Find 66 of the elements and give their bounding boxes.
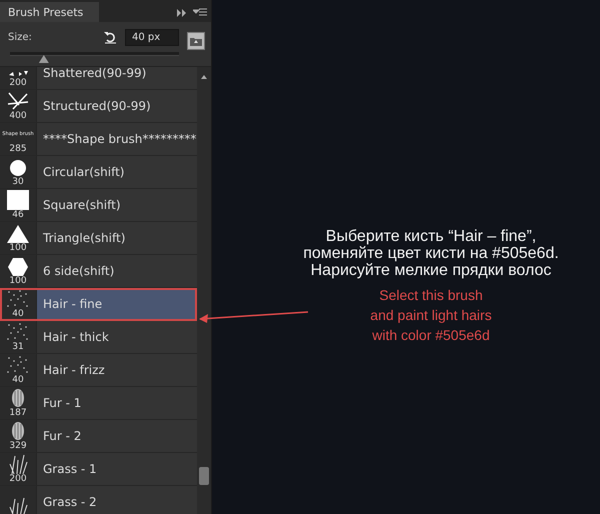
collapse-icon[interactable] — [177, 9, 187, 17]
brush-row[interactable]: 200 Shattered(90-99) — [0, 67, 197, 90]
folder-icon — [190, 36, 202, 46]
brush-size: 40 — [12, 375, 24, 385]
brush-size: 200 — [9, 78, 27, 88]
grass-brush-icon — [8, 454, 28, 474]
brush-size: 46 — [12, 210, 24, 220]
square-brush-icon — [7, 190, 29, 210]
triangle-brush-icon — [7, 225, 29, 243]
brush-name: Grass - 2 — [42, 495, 97, 509]
brush-name: Triangle(shift) — [42, 231, 126, 245]
brush-row[interactable]: 40 Hair - frizz — [0, 354, 197, 387]
fur-brush-icon — [11, 421, 25, 441]
brush-name: Circular(shift) — [42, 165, 124, 179]
brush-size: 40 — [12, 309, 24, 319]
brush-row[interactable]: 400 Structured(90-99) — [0, 90, 197, 123]
brush-name: Shattered(90-99) — [42, 67, 146, 80]
brush-name: Hair - frizz — [42, 363, 105, 377]
brush-row[interactable]: 46 Square(shift) — [0, 189, 197, 222]
strokes-brush-icon — [7, 91, 29, 111]
hexagon-brush-icon — [8, 258, 28, 276]
brush-name: Fur - 1 — [42, 396, 82, 410]
fur-brush-icon — [11, 388, 25, 408]
panel-tab[interactable]: Brush Presets — [0, 2, 100, 22]
brush-size: 30 — [12, 177, 24, 187]
brush-size: 285 — [9, 144, 27, 154]
brush-row[interactable]: 100 Triangle(shift) — [0, 222, 197, 255]
brush-folder-button[interactable] — [187, 32, 205, 50]
reset-icon[interactable] — [104, 30, 117, 44]
grass-brush-icon — [8, 497, 28, 514]
brush-name: Fur - 2 — [42, 429, 82, 443]
size-field[interactable]: 40 px — [125, 28, 179, 46]
brush-row[interactable]: 40 Hair - fine — [0, 288, 197, 321]
scroll-thumb[interactable] — [199, 467, 209, 485]
shatter-brush-icon — [7, 70, 29, 78]
brush-size: 100 — [9, 243, 27, 253]
brush-size: 400 — [9, 111, 27, 121]
brush-name: Grass - 1 — [42, 462, 97, 476]
brush-name: Hair - thick — [42, 330, 109, 344]
brush-name: Square(shift) — [42, 198, 121, 212]
speckle-brush-icon — [6, 355, 30, 375]
brush-row[interactable]: 100 6 side(shift) — [0, 255, 197, 288]
brush-row[interactable]: 200 Grass - 1 — [0, 453, 197, 486]
english-instruction: Select this brush and paint light hairs with color #505e6d — [370, 286, 492, 345]
brush-size: 187 — [9, 408, 27, 418]
scrollbar[interactable] — [197, 67, 211, 514]
menu-icon[interactable] — [193, 8, 207, 18]
brush-size: 31 — [12, 342, 24, 352]
brush-row[interactable]: 31 Hair - thick — [0, 321, 197, 354]
size-label: Size: — [8, 32, 33, 42]
scroll-up-icon[interactable] — [201, 75, 207, 79]
brush-size: 100 — [9, 276, 27, 286]
speckle-brush-icon — [6, 322, 30, 342]
brush-row[interactable]: 329 Fur - 2 — [0, 420, 197, 453]
brush-name: 6 side(shift) — [42, 264, 114, 278]
brush-name: ****Shape brush********* — [42, 132, 196, 146]
russian-instruction: Выберите кисть “Hair – fine”, поменяйте цвет кисти на #505e6d. Нарисуйте мелкие прядки волос — [303, 228, 559, 279]
brush-name: Hair - fine — [42, 297, 102, 311]
brush-row[interactable]: 187 Fur - 1 — [0, 387, 197, 420]
brush-size: 200 — [9, 474, 27, 484]
brush-name: Structured(90-99) — [42, 99, 151, 113]
brush-size: 329 — [9, 441, 27, 451]
circle-brush-icon — [9, 159, 27, 177]
speckle-brush-icon — [6, 289, 30, 309]
brush-row[interactable]: 30 Circular(shift) — [0, 156, 197, 189]
slider-thumb[interactable] — [38, 55, 49, 63]
